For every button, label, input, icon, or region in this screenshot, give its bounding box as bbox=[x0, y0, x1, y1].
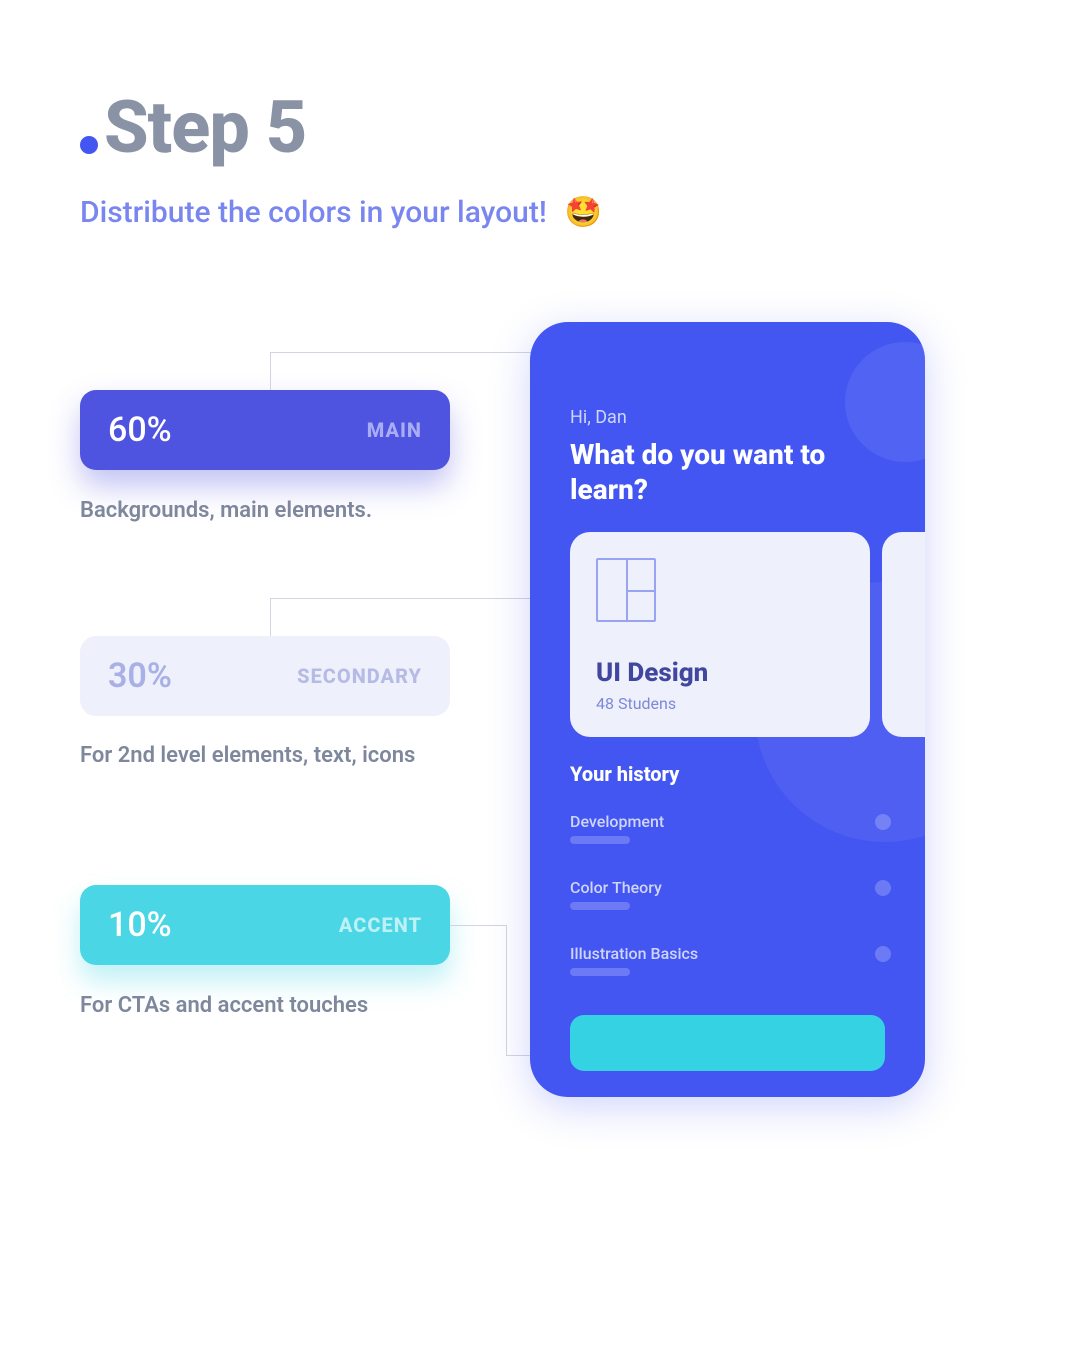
history-title: Your history bbox=[570, 762, 679, 786]
history-item-dot-icon bbox=[875, 946, 891, 962]
badge-main: 60% MAIN bbox=[80, 390, 450, 470]
badge-accent-desc: For CTAs and accent touches bbox=[80, 990, 450, 1022]
history-progress-bar bbox=[570, 968, 630, 976]
history-progress-bar bbox=[570, 902, 630, 910]
greeting-text: Hi, Dan bbox=[570, 407, 627, 428]
page-heading: Step 5 bbox=[80, 85, 306, 170]
subtitle-text: Distribute the colors in your layout! bbox=[80, 195, 547, 230]
connector-line bbox=[506, 925, 507, 1055]
course-card-title: UI Design bbox=[596, 658, 844, 688]
badge-accent: 10% ACCENT bbox=[80, 885, 450, 965]
badge-accent-label: ACCENT bbox=[339, 913, 422, 937]
cta-button[interactable] bbox=[570, 1015, 885, 1071]
device-mockup: Hi, Dan What do you want to learn? UI De… bbox=[530, 322, 925, 1097]
heading-dot-icon bbox=[80, 136, 98, 154]
badge-accent-percent: 10% bbox=[108, 905, 172, 945]
badge-secondary-label: SECONDARY bbox=[297, 664, 422, 688]
history-item[interactable]: Color Theory bbox=[570, 878, 662, 897]
course-card[interactable]: UI Design 48 Studens bbox=[570, 532, 870, 737]
layout-grid-icon bbox=[596, 558, 656, 622]
heading-title: Step 5 bbox=[104, 85, 306, 170]
star-struck-emoji-icon: 🤩 bbox=[565, 195, 602, 230]
badge-main-percent: 60% bbox=[108, 410, 172, 450]
course-card-peek[interactable] bbox=[882, 532, 925, 737]
history-item[interactable]: Development bbox=[570, 812, 664, 831]
headline-text: What do you want to learn? bbox=[570, 437, 890, 507]
course-card-subtitle: 48 Studens bbox=[596, 694, 844, 713]
badge-secondary-desc: For 2nd level elements, text, icons bbox=[80, 740, 450, 772]
badge-secondary: 30% SECONDARY bbox=[80, 636, 450, 716]
connector-line bbox=[270, 598, 553, 599]
connector-line bbox=[450, 925, 506, 926]
badge-main-desc: Backgrounds, main elements. bbox=[80, 495, 450, 527]
connector-line bbox=[270, 598, 271, 636]
subtitle-row: Distribute the colors in your layout! 🤩 bbox=[80, 195, 602, 230]
connector-line bbox=[270, 352, 271, 390]
badge-main-label: MAIN bbox=[367, 418, 422, 442]
history-progress-bar bbox=[570, 836, 630, 844]
history-item-dot-icon bbox=[875, 880, 891, 896]
history-item[interactable]: Illustration Basics bbox=[570, 944, 698, 963]
history-item-dot-icon bbox=[875, 814, 891, 830]
badge-secondary-percent: 30% bbox=[108, 656, 172, 696]
